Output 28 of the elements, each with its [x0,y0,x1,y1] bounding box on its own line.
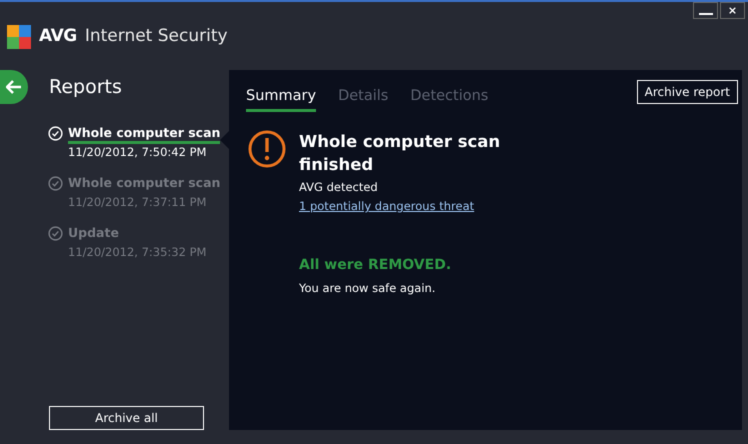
brand-name: AVG [39,25,77,48]
safe-message: You are now safe again. [299,280,436,298]
report-item[interactable]: Whole computer scan 11/20/2012, 7:50:42 PM [48,125,229,161]
archive-all-button[interactable]: Archive all [49,406,204,430]
sidebar-title: Reports [49,74,122,100]
check-circle-icon [48,226,63,241]
back-arrow-icon [6,80,22,94]
report-name: Whole computer scan [68,175,220,192]
minimize-icon [698,13,712,15]
threat-link[interactable]: 1 potentially dangerous threat [299,198,509,216]
scan-title: Whole computer scan finished [299,130,502,176]
back-button[interactable] [0,70,28,104]
report-time: 11/20/2012, 7:35:32 PM [68,244,206,261]
logo-icon [7,24,31,49]
report-name: Whole computer scan [68,125,220,144]
tab[interactable]: Summary [246,86,316,112]
report-time: 11/20/2012, 7:37:11 PM [68,194,208,211]
check-circle-icon [48,176,63,191]
minimize-button[interactable] [693,2,718,19]
report-name: Update [68,225,120,242]
close-button[interactable]: × [720,2,745,19]
archive-report-button[interactable]: Archive report [636,80,738,104]
warning-icon [248,130,286,168]
report-time: 11/20/2012, 7:50:42 PM [68,144,208,161]
detected-text: AVG detected [299,178,379,196]
window-title: Internet Security [84,25,228,48]
result-text: All were REMOVED. [299,256,452,276]
check-circle-icon [48,126,63,141]
